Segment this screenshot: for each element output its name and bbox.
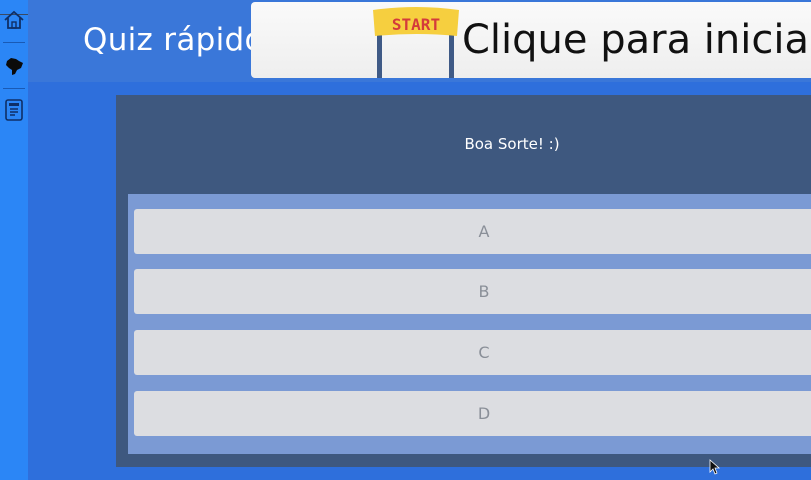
answers-area: A B C D [128, 194, 811, 454]
home-button[interactable] [2, 8, 26, 32]
start-banner[interactable]: START Clique para iniciar [251, 2, 811, 78]
quiz-panel: Boa Sorte! :) A B C D [116, 95, 811, 467]
document-button[interactable] [2, 98, 26, 122]
answer-option-c[interactable]: C [134, 330, 811, 375]
start-sign-icon: START [373, 7, 459, 78]
question-text: Boa Sorte! :) [464, 135, 560, 153]
sidebar-separator [3, 88, 25, 89]
answer-option-b[interactable]: B [134, 269, 811, 314]
start-prompt: Clique para iniciar [462, 17, 811, 63]
home-icon [4, 10, 24, 29]
answer-option-d[interactable]: D [134, 391, 811, 436]
answer-option-a[interactable]: A [134, 209, 811, 254]
start-sign-text: START [392, 15, 440, 34]
app-title: Quiz rápido [83, 22, 264, 58]
mouse-cursor-icon [709, 459, 721, 475]
map-button[interactable] [2, 54, 26, 78]
document-icon [5, 99, 23, 121]
brazil-map-icon [6, 58, 23, 75]
sidebar-separator [3, 42, 25, 43]
